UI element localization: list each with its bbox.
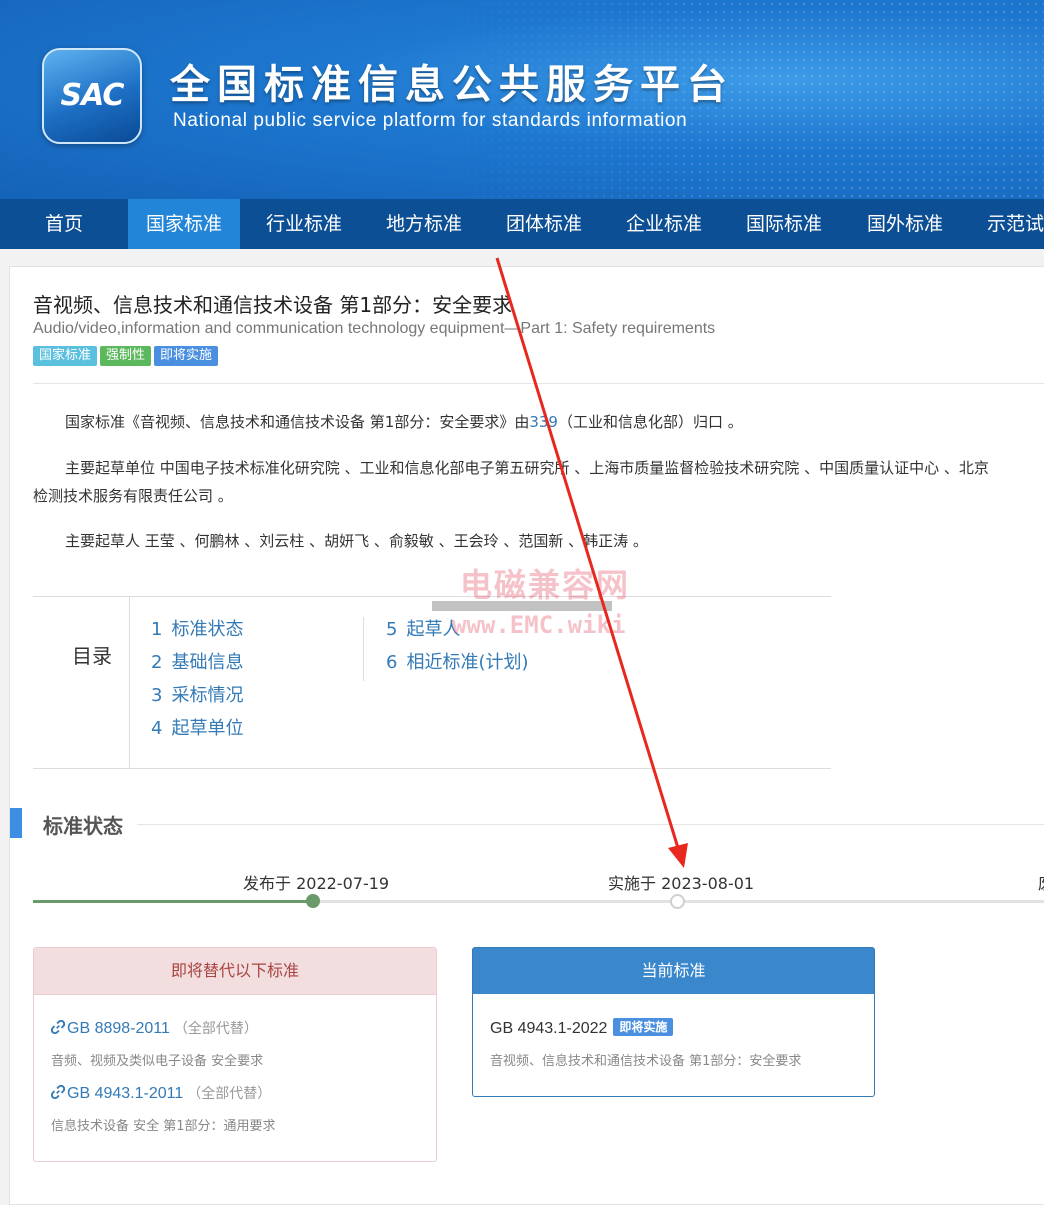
watermark-text: 电磁兼容网 (460, 566, 631, 604)
intro-p1-prefix: 国家标准《音视频、信息技术和通信技术设备 第1部分：安全要求》由 (65, 413, 530, 431)
toc-item-label: 采标情况 (171, 685, 244, 706)
replaces-card-heading: 即将替代以下标准 (34, 948, 436, 995)
replaced-standard-code[interactable]: GB 4943.1-2011 (67, 1085, 183, 1102)
intro-paragraph-1: 国家标准《音视频、信息技术和通信技术设备 第1部分：安全要求》由339（工业和信… (65, 408, 1044, 436)
sac-logo[interactable]: SAC (42, 48, 142, 144)
nav-item-national[interactable]: 国家标准 (128, 199, 240, 249)
nav-item-industry[interactable]: 行业标准 (244, 199, 364, 249)
divider (33, 383, 1044, 384)
toc-item-number: 5 (386, 619, 398, 640)
timeline-dot-implemented (670, 894, 685, 909)
intro-paragraph-3: 主要起草人 王莹 、何鹏林 、刘云柱 、胡妍飞 、俞毅敏 、王会玲 、范国新 、… (65, 532, 648, 550)
toc-item-drafting-units[interactable]: 4 起草单位 (151, 716, 243, 749)
site-subtitle: National public service platform for sta… (173, 110, 688, 131)
replaced-standard-desc: 音频、视频及类似电子设备 安全要求 (51, 1054, 264, 1069)
current-standard: GB 4943.1-2022 即将实施 音视频、信息技术和通信技术设备 第1部分：… (490, 1018, 801, 1069)
table-of-contents: 目录 1 标准状态 2 基础信息 3 采标情况 4 起草单位 5 起草人 6 相近标准(计划… (33, 596, 831, 769)
intro-paragraph-2-line2: 检测技术服务有限责任公司 。 (33, 487, 233, 505)
toc-item-number: 1 (151, 619, 163, 640)
tag-national: 国家标准 (33, 346, 98, 366)
toc-item-label: 标准状态 (171, 619, 244, 640)
nav-item-demo[interactable]: 示范试 (965, 199, 1044, 249)
standard-title-en: Audio/video,information and communicatio… (33, 320, 716, 337)
toc-item-similar-standards[interactable]: 6 相近标准(计划) (386, 650, 529, 683)
nav-item-home[interactable]: 首页 (4, 199, 124, 249)
toc-item-number: 2 (151, 652, 163, 673)
current-card-heading: 当前标准 (473, 948, 874, 994)
timeline-progress (33, 900, 313, 903)
standard-detail-panel: 音视频、信息技术和通信技术设备 第1部分：安全要求 Audio/video,in… (9, 266, 1044, 1205)
watermark-bar (432, 601, 612, 611)
nav-item-local[interactable]: 地方标准 (364, 199, 484, 249)
header-banner: SAC 全国标准信息公共服务平台 National public service… (0, 0, 1044, 199)
replaced-standard-1: GB 8898-2011 （全部代替） 音频、视频及类似电子设备 安全要求 (51, 1018, 263, 1069)
link-icon (51, 1085, 65, 1099)
timeline-published: 发布于 2022-07-19 (243, 874, 390, 893)
replaced-standard-2: GB 4943.1-2011 （全部代替） 信息技术设备 安全 第1部分：通用要求 (51, 1083, 276, 1134)
toc-item-label: 起草单位 (171, 718, 244, 739)
toc-item-label: 相近标准(计划) (406, 652, 529, 673)
toc-item-status[interactable]: 1 标准状态 (151, 617, 243, 650)
toc-column-1: 1 标准状态 2 基础信息 3 采标情况 4 起草单位 (151, 617, 243, 749)
toc-item-label: 基础信息 (171, 652, 244, 673)
replaced-standard-note: （全部代替） (187, 1086, 272, 1102)
replaced-standard-code[interactable]: GB 8898-2011 (67, 1020, 170, 1037)
current-standard-card: 当前标准 GB 4943.1-2022 即将实施 音视频、信息技术和通信技术设备 … (472, 947, 875, 1097)
toc-item-number: 3 (151, 685, 163, 706)
site-title: 全国标准信息公共服务平台 (170, 62, 734, 108)
timeline-implemented: 实施于 2023-08-01 (608, 874, 755, 893)
tag-mandatory: 强制性 (100, 346, 152, 366)
main-nav: 首页 国家标准 行业标准 地方标准 团体标准 企业标准 国际标准 国外标准 示范… (0, 199, 1044, 249)
nav-item-international[interactable]: 国际标准 (724, 199, 844, 249)
section-title-status: 标准状态 (43, 814, 123, 838)
toc-item-basic-info[interactable]: 2 基础信息 (151, 650, 243, 683)
section-divider (137, 824, 1044, 825)
replaced-standard-desc: 信息技术设备 安全 第1部分：通用要求 (51, 1119, 276, 1134)
replaced-standard-note: （全部代替） (173, 1021, 258, 1037)
watermark-url: www.EMC.wiki (452, 611, 626, 639)
timeline-dot-published (306, 894, 320, 908)
link-icon (51, 1020, 65, 1034)
toc-label: 目录 (72, 644, 112, 668)
standard-title: 音视频、信息技术和通信技术设备 第1部分：安全要求 (33, 293, 513, 317)
committee-link[interactable]: 339 (529, 413, 558, 431)
intro-paragraph-2-line1: 主要起草单位 中国电子技术标准化研究院 、工业和信息化部电子第五研究所 、上海市… (65, 459, 989, 477)
logo-text: SAC (60, 78, 125, 113)
nav-item-foreign[interactable]: 国外标准 (845, 199, 965, 249)
replaces-card: 即将替代以下标准 GB 8898-2011 （全部代替） 音频、视频及类似电子设备… (33, 947, 437, 1162)
toc-item-number: 6 (386, 652, 398, 673)
current-standard-code: GB 4943.1-2022 (490, 1020, 608, 1037)
timeline-abolished-partial: 废 (1038, 870, 1044, 894)
toc-column-divider (363, 617, 364, 681)
section-marker (10, 808, 22, 838)
toc-item-number: 4 (151, 718, 163, 739)
nav-item-group[interactable]: 团体标准 (484, 199, 604, 249)
toc-item-adoption[interactable]: 3 采标情况 (151, 683, 243, 716)
upcoming-badge: 即将实施 (613, 1018, 674, 1036)
standard-tags: 国家标准 强制性 即将实施 (33, 344, 221, 366)
intro-p1-suffix: （工业和信息化部）归口 。 (557, 413, 743, 431)
tag-upcoming: 即将实施 (154, 346, 219, 366)
current-standard-desc: 音视频、信息技术和通信技术设备 第1部分：安全要求 (490, 1054, 802, 1069)
nav-item-enterprise[interactable]: 企业标准 (604, 199, 724, 249)
toc-label-box: 目录 (33, 597, 130, 768)
